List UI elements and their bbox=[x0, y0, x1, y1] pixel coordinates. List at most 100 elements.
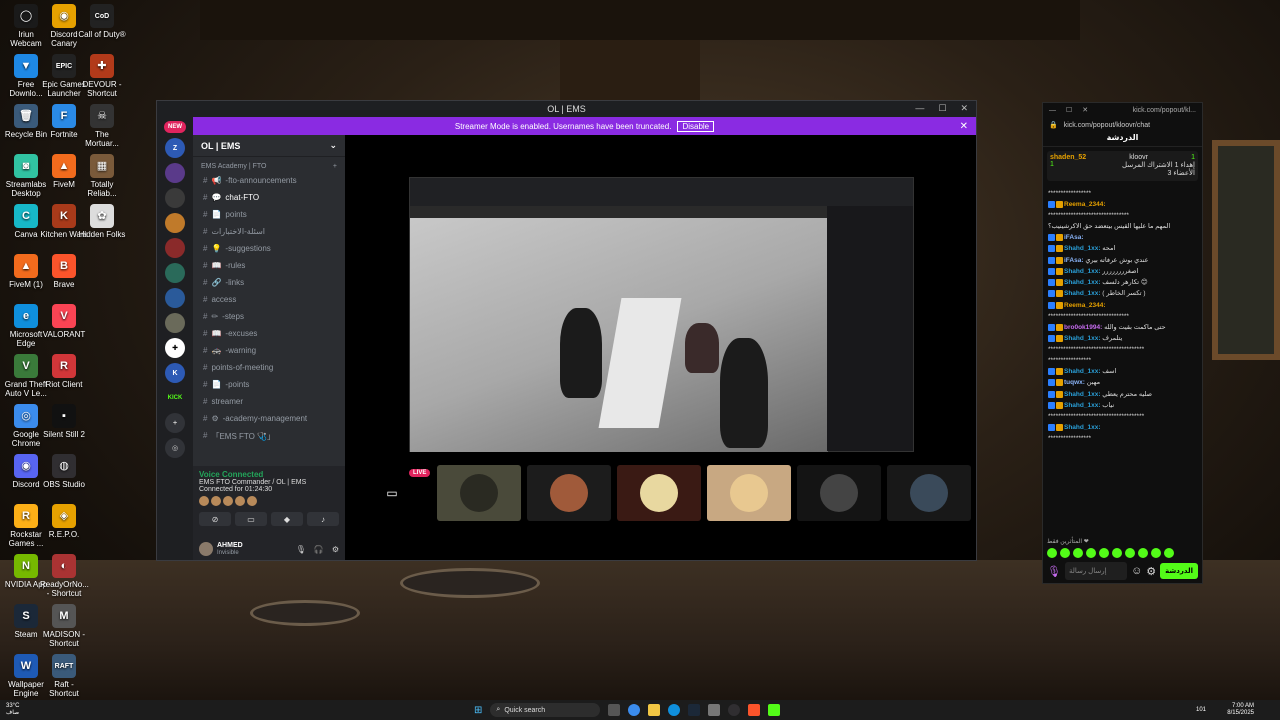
weather-widget[interactable]: 33°C صاف bbox=[6, 703, 19, 717]
server-icon[interactable]: K bbox=[165, 363, 185, 383]
server-icon[interactable] bbox=[165, 313, 185, 333]
desktop-icon[interactable]: R Riot Client bbox=[40, 354, 88, 389]
chat-username[interactable]: Shahd_1xx: bbox=[1064, 268, 1102, 275]
server-icon[interactable] bbox=[165, 188, 185, 208]
chat-username[interactable]: Shahd_1xx: bbox=[1064, 246, 1102, 253]
stream-view[interactable] bbox=[409, 177, 914, 452]
chrome-icon[interactable] bbox=[628, 704, 641, 716]
emote-icon[interactable] bbox=[1164, 548, 1174, 558]
desktop-icon[interactable]: RAFT Raft - Shortcut bbox=[40, 654, 88, 698]
chat-username[interactable]: Shahd_1xx: bbox=[1064, 368, 1102, 375]
emote-icon[interactable] bbox=[1060, 548, 1070, 558]
channel-item[interactable]: # 📄 points bbox=[193, 206, 345, 223]
desktop-icon[interactable]: ✿ Hidden Folks bbox=[78, 204, 126, 239]
banner-close-icon[interactable]: ✕ bbox=[960, 121, 968, 132]
brave-icon[interactable] bbox=[748, 704, 761, 716]
microphone-icon[interactable]: 🎙 bbox=[296, 545, 306, 554]
minimize-icon[interactable]: — bbox=[915, 103, 924, 114]
stream-stage[interactable]: ▭ LIVE bbox=[345, 135, 976, 560]
start-icon[interactable]: ⊞ bbox=[474, 705, 482, 716]
address-bar[interactable]: 🔒 kick.com/popout/kloovr/chat bbox=[1043, 117, 1202, 133]
camera-off-icon[interactable]: ⊘ bbox=[199, 512, 231, 526]
desktop-icon[interactable]: B Brave bbox=[40, 254, 88, 289]
server-icon[interactable] bbox=[165, 263, 185, 283]
emote-icon[interactable] bbox=[1099, 548, 1109, 558]
desktop-icon[interactable]: ◐ ReadyOrNo... - Shortcut bbox=[40, 554, 89, 598]
emote-icon[interactable] bbox=[1138, 548, 1148, 558]
clock[interactable]: 7:00 AM 8/15/2025 bbox=[1227, 703, 1254, 717]
emote-icon[interactable] bbox=[1151, 548, 1161, 558]
edge-icon[interactable] bbox=[668, 704, 681, 716]
screen-share-icon[interactable]: ▭ bbox=[235, 512, 267, 526]
channel-item[interactable]: # 📢 -fto-announcements bbox=[193, 172, 345, 189]
chat-username[interactable]: bro0ok1994: bbox=[1064, 324, 1104, 331]
chat-username[interactable]: Shahd_1xx: bbox=[1064, 402, 1102, 409]
emote-icon[interactable] bbox=[1125, 548, 1135, 558]
emote-icon[interactable] bbox=[1112, 548, 1122, 558]
channel-item[interactable]: # 📄 -points bbox=[193, 376, 345, 393]
gear-icon[interactable]: ⚙ bbox=[332, 545, 339, 554]
channel-item[interactable]: # 🔗 -links bbox=[193, 274, 345, 291]
restore-icon[interactable]: ☐ bbox=[1066, 106, 1072, 114]
chat-username[interactable]: Reema_2344: bbox=[1064, 302, 1106, 309]
server-icon[interactable] bbox=[165, 288, 185, 308]
voice-status[interactable]: Voice Connected bbox=[199, 470, 339, 479]
desktop-icon[interactable]: ◈ R.E.P.O. bbox=[40, 504, 88, 539]
search-box[interactable]: ⌕ Quick search bbox=[490, 703, 601, 717]
channel-item[interactable]: # اسئلة-الاختبارات bbox=[193, 223, 345, 240]
chat-username[interactable]: iFAsa: bbox=[1064, 234, 1084, 241]
chevron-down-icon[interactable]: ⌄ bbox=[329, 140, 337, 151]
desktop-icon[interactable]: CoD Call of Duty® bbox=[78, 4, 126, 39]
kick-chat-window[interactable]: — ☐ ✕ kick.com/popout/kl... 🔒 kick.com/p… bbox=[1042, 102, 1203, 584]
gear-icon[interactable]: ⚙ bbox=[1146, 565, 1156, 578]
emote-icon[interactable] bbox=[1047, 548, 1057, 558]
steam-icon[interactable] bbox=[688, 704, 701, 716]
chat-username[interactable]: Shahd_1xx: bbox=[1064, 335, 1102, 342]
desktop-icon[interactable]: M MADISON - Shortcut bbox=[40, 604, 88, 648]
chat-username[interactable]: Shahd_1xx: bbox=[1064, 291, 1102, 298]
channel-item[interactable]: # ✏ -steps bbox=[193, 308, 345, 325]
chat-username[interactable]: Shahd_1xx: bbox=[1064, 279, 1102, 286]
participant-tile[interactable] bbox=[797, 465, 881, 521]
add-server-icon[interactable]: + bbox=[165, 413, 185, 433]
server-header[interactable]: OL | EMS ⌄ bbox=[193, 135, 345, 157]
task-view-icon[interactable] bbox=[608, 704, 621, 716]
send-button[interactable]: الدردشة bbox=[1160, 563, 1198, 579]
channel-category[interactable]: EMS Academy | FTO + bbox=[193, 157, 345, 172]
emoji-icon[interactable]: ☺ bbox=[1131, 565, 1142, 577]
channel-item[interactable]: # 「EMS FTO 🩺」 bbox=[193, 427, 345, 446]
ems-server-icon[interactable]: ✚ bbox=[165, 338, 185, 358]
channel-item[interactable]: # 🚓 -warning bbox=[193, 342, 345, 359]
participant-tile[interactable] bbox=[437, 465, 521, 521]
kick-app-icon[interactable] bbox=[768, 704, 781, 716]
server-icon[interactable] bbox=[165, 213, 185, 233]
explore-icon[interactable]: ◎ bbox=[165, 438, 185, 458]
desktop-icon[interactable]: ✚ DEVOUR - Shortcut bbox=[78, 54, 126, 98]
plus-icon[interactable]: + bbox=[333, 163, 337, 170]
maximize-icon[interactable]: ☐ bbox=[938, 103, 946, 114]
tray-label[interactable]: 101 bbox=[1196, 707, 1206, 713]
desktop-icon[interactable]: V VALORANT bbox=[40, 304, 88, 339]
kick-server-label[interactable]: KICK bbox=[165, 388, 185, 408]
chat-input[interactable]: إرسال رسالة bbox=[1064, 562, 1128, 580]
close-icon[interactable]: ✕ bbox=[1082, 106, 1088, 114]
chat-username[interactable]: Shahd_1xx: bbox=[1064, 424, 1101, 431]
channel-item[interactable]: # points-of-meeting bbox=[193, 359, 345, 376]
chat-username[interactable]: tuqwx: bbox=[1064, 380, 1087, 387]
minimize-icon[interactable]: — bbox=[1049, 107, 1056, 114]
channel-item[interactable]: # 💡 -suggestions bbox=[193, 240, 345, 257]
obs-icon[interactable] bbox=[728, 704, 741, 716]
url-text[interactable]: kick.com/popout/kloovr/chat bbox=[1064, 122, 1150, 129]
chat-username[interactable]: Shahd_1xx: bbox=[1064, 391, 1102, 398]
server-icon[interactable] bbox=[165, 238, 185, 258]
emote-icon[interactable] bbox=[1086, 548, 1096, 558]
disable-button[interactable]: Disable bbox=[677, 120, 715, 132]
chat-username[interactable]: Reema_2344: bbox=[1064, 201, 1106, 208]
desktop-icon[interactable]: ▦ Totally Reliab... bbox=[78, 154, 126, 198]
channel-item[interactable]: # 📖 -rules bbox=[193, 257, 345, 274]
participant-tile[interactable] bbox=[707, 465, 791, 521]
discord-window[interactable]: OL | EMS — ☐ ✕ NEW Z ✚ K KICK + ◎ Stream… bbox=[156, 100, 977, 561]
desktop-icon[interactable]: ▪ Silent Still 2 bbox=[40, 404, 88, 439]
desktop-icon[interactable]: ☠ The Mortuar... bbox=[78, 104, 126, 148]
participant-tile[interactable] bbox=[527, 465, 611, 521]
